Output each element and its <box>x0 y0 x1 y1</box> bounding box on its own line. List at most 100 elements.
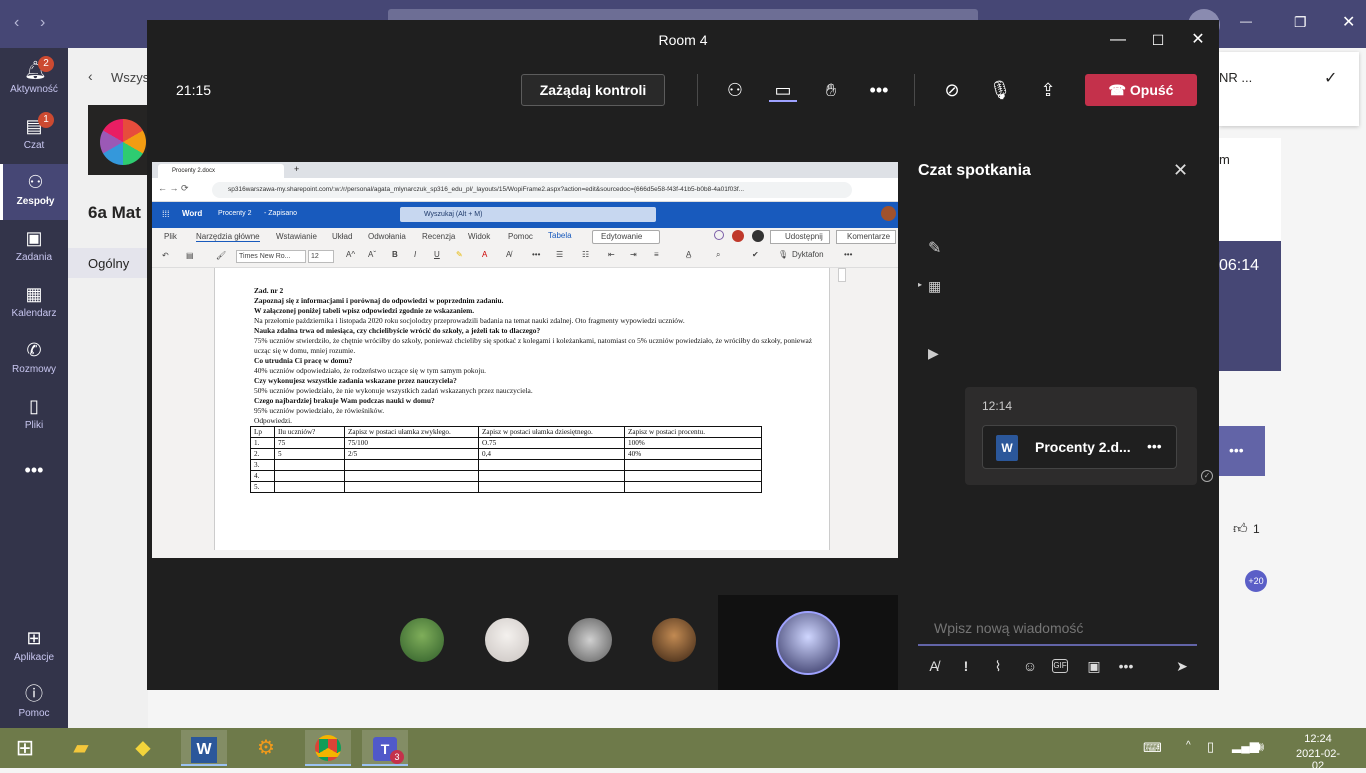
circle-icon[interactable] <box>714 230 724 240</box>
word-taskbar-icon[interactable]: W <box>181 730 227 766</box>
editor-icon[interactable]: ✔ <box>752 250 759 259</box>
rail-calls[interactable]: ✆ Rozmowy <box>0 332 68 388</box>
font-size-select[interactable]: 12 <box>308 250 334 263</box>
emoji-icon[interactable]: ☺ <box>1020 656 1040 676</box>
search-box[interactable]: Wyszukaj (Alt + M) <box>400 207 656 222</box>
forward-arrow-icon[interactable]: › <box>40 14 45 32</box>
align-icon[interactable]: ≡ <box>654 250 659 259</box>
start-windows-icon[interactable]: ⊞ <box>2 730 48 766</box>
more-options-icon[interactable]: ••• <box>1147 438 1162 454</box>
tray-up-icon[interactable]: ^ <box>1186 740 1191 751</box>
sticker-icon[interactable]: ▣ <box>1084 656 1104 676</box>
restore-icon[interactable]: ❐ <box>1294 14 1307 31</box>
microphone-icon[interactable]: 🎙︎ <box>778 250 788 259</box>
new-tab-icon[interactable]: + <box>294 164 299 174</box>
grow-font-icon[interactable]: A^ <box>346 250 355 259</box>
keyboard-icon[interactable]: ⌨ <box>1143 740 1162 756</box>
format-icon[interactable]: A̸ <box>924 656 944 676</box>
microphone-icon[interactable]: 🎙︎ <box>986 78 1014 102</box>
tab-layout[interactable]: Układ <box>332 232 352 241</box>
leave-button[interactable]: ☎︎ Opuść <box>1085 74 1197 106</box>
file-explorer-icon[interactable]: ▰ <box>58 730 104 766</box>
table-row[interactable]: 4. <box>250 470 762 482</box>
tab-table[interactable]: Tabela <box>548 231 572 240</box>
tab-help[interactable]: Pomoc <box>508 232 533 241</box>
outdent-icon[interactable]: ⇤ <box>608 250 615 259</box>
tab-insert[interactable]: Wstawianie <box>276 232 317 241</box>
volume-icon[interactable]: 🔊︎ <box>1256 739 1264 755</box>
app-launcher-icon[interactable]: ⁞⁞⁞ <box>162 209 170 219</box>
minimize-icon[interactable]: — <box>1240 14 1252 28</box>
user-avatar[interactable] <box>881 206 896 221</box>
back-label[interactable]: Wszys <box>111 70 149 85</box>
signal-icon[interactable]: ▂▄▆ <box>1232 739 1259 753</box>
attach-icon[interactable]: ⌇ <box>988 656 1008 676</box>
active-speaker-tile[interactable] <box>718 595 898 690</box>
camera-off-icon[interactable]: ⊘ <box>938 78 966 102</box>
send-icon[interactable]: ➤ <box>1172 656 1192 676</box>
numbering-icon[interactable]: ☷ <box>582 250 589 259</box>
rail-activity[interactable]: 🔔︎ Aktywność 2 <box>0 52 68 108</box>
message-input[interactable] <box>934 618 1184 638</box>
tab-home[interactable]: Narzędzia główne <box>196 232 260 242</box>
url-field[interactable]: sp316warszawa-my.sharepoint.com/:w:/r/pe… <box>212 182 852 198</box>
chrome-icon[interactable] <box>305 730 351 766</box>
table-row[interactable]: 1. 75 75/100 O.75 100% <box>250 437 762 449</box>
bold-icon[interactable]: B <box>392 250 398 259</box>
chat-icon[interactable]: ▭ <box>769 78 797 102</box>
highlight-icon[interactable]: ✎ <box>456 250 463 259</box>
back-chevron-icon[interactable]: ‹ <box>88 68 93 84</box>
nav-arrows-icon[interactable]: ← → ⟳ <box>158 183 189 194</box>
share-screen-icon[interactable]: ⇪ <box>1034 78 1062 102</box>
more-options-button[interactable]: ••• <box>1219 426 1265 476</box>
close-icon[interactable]: ✕ <box>1342 12 1355 32</box>
participant-avatar[interactable] <box>400 618 444 662</box>
rail-files[interactable]: ▯ Pliki <box>0 388 68 444</box>
indent-icon[interactable]: ⇥ <box>630 250 637 259</box>
file-attachment[interactable]: W Procenty 2.d... ••• <box>982 425 1177 469</box>
editing-mode-dropdown[interactable]: Edytowanie <box>592 230 660 244</box>
rail-teams[interactable]: ⚇ Zespoły <box>0 164 68 220</box>
tab-plik[interactable]: Plik <box>164 232 177 241</box>
shrink-font-icon[interactable]: Aˇ <box>368 250 376 259</box>
browser-tab[interactable]: Procenty 2.docx <box>158 164 284 178</box>
styles-icon[interactable]: A̲ <box>686 250 691 259</box>
notification-card[interactable]: NR ... ✓ <box>1219 52 1359 126</box>
rail-assignments[interactable]: ▣ Zadania <box>0 220 68 276</box>
more-icon[interactable]: ••• <box>532 250 540 259</box>
back-arrow-icon[interactable]: ‹ <box>14 14 19 32</box>
expand-chevron-icon[interactable]: ▸ <box>918 280 922 289</box>
undo-icon[interactable]: ↶ <box>162 251 169 260</box>
rail-more[interactable]: ••• <box>0 452 68 482</box>
maximize-icon[interactable]: ☐ <box>1138 20 1178 60</box>
answer-table[interactable]: Lp Ilu uczniów? Zapisz w postaci ułamka … <box>250 426 762 493</box>
table-row[interactable]: 2. 5 2/5 0,4 40% <box>250 448 762 460</box>
italic-icon[interactable]: I <box>414 250 416 259</box>
settings-app-icon[interactable]: ⚙ <box>243 730 289 766</box>
sticky-folder-icon[interactable]: ◆ <box>120 730 166 766</box>
close-icon[interactable]: ✕ <box>1173 160 1188 181</box>
more-icon[interactable]: ••• <box>844 250 852 259</box>
channel-ogolny[interactable]: Ogólny <box>68 248 148 278</box>
record-icon[interactable] <box>732 230 744 242</box>
tab-view[interactable]: Widok <box>468 232 490 241</box>
participants-icon[interactable]: ⚇ <box>721 78 749 102</box>
more-icon[interactable]: ••• <box>1116 656 1136 676</box>
rail-chat[interactable]: ▤ Czat 1 <box>0 108 68 164</box>
participant-avatar[interactable] <box>652 618 696 662</box>
dictate-button[interactable]: Dyktafon <box>792 250 824 259</box>
network-icon[interactable]: ▯ <box>1207 739 1214 755</box>
clock[interactable]: 12:24 2021-02-02 <box>1290 733 1346 772</box>
more-actions-icon[interactable]: ••• <box>865 78 893 102</box>
document-page[interactable]: Zad. nr 2 Zapoznaj się z informacjami i … <box>214 268 830 550</box>
compose-box[interactable] <box>918 610 1197 646</box>
close-icon[interactable]: ✕ <box>1178 20 1218 60</box>
comments-button[interactable]: Komentarze <box>836 230 896 244</box>
share-button[interactable]: Udostępnij <box>770 230 830 244</box>
important-icon[interactable]: ! <box>956 656 976 676</box>
tab-review[interactable]: Recenzja <box>422 232 455 241</box>
present-icon[interactable] <box>752 230 764 242</box>
tab-references[interactable]: Odwołania <box>368 232 406 241</box>
find-icon[interactable]: ⌕ <box>716 250 720 260</box>
shared-screen[interactable]: Procenty 2.docx + ← → ⟳ sp316warszawa-my… <box>152 162 898 558</box>
